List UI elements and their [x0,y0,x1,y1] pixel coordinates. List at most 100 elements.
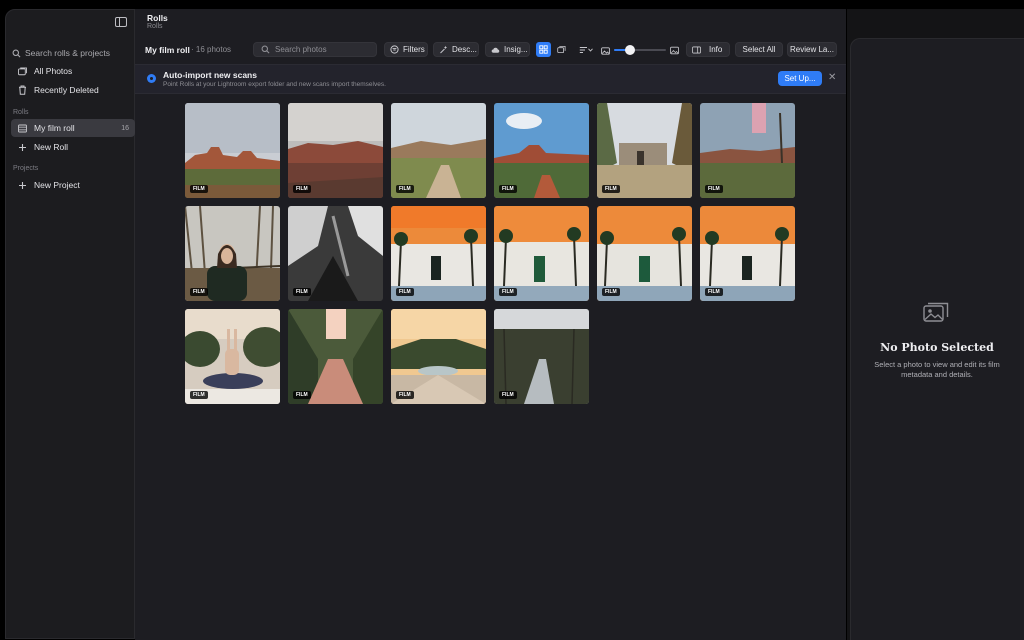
photo-thumbnail[interactable]: FILM [494,206,589,301]
film-badge: FILM [293,288,311,296]
roll-count-badge: 16 [121,124,129,132]
film-roll-icon [18,124,27,133]
photos-icon [18,67,27,76]
plus-icon [18,181,27,190]
sidebar-item-label: All Photos [34,66,73,76]
sort-menu-button[interactable] [576,42,596,57]
photos-placeholder-icon [923,302,949,324]
chevron-down-icon [588,45,593,54]
photo-image [700,103,795,198]
no-selection-title: No Photo Selected [880,341,994,354]
photo-thumbnail[interactable]: FILM [597,103,692,198]
film-badge: FILM [190,391,208,399]
sidebar-item-label: New Roll [34,142,69,152]
grid-icon [539,45,548,54]
import-eye-icon [147,74,156,83]
banner-text: Point Rolls at your Lightroom export fol… [163,81,386,88]
info-label: Info [709,45,723,54]
sidebar-search-placeholder: Search rolls & projects [25,48,111,58]
photo-image [494,309,589,404]
header: Rolls Rolls [135,9,846,35]
photo-image [700,206,795,301]
film-badge: FILM [396,185,414,193]
roll-name: My film roll [145,45,190,55]
sidebar-item-label: My film roll [34,123,75,133]
film-badge: FILM [190,185,208,193]
photo-image [391,309,486,404]
photo-thumbnail[interactable]: FILM [494,309,589,404]
photo-thumbnail[interactable]: FILM [185,103,280,198]
auto-import-banner: Auto-import new scans Point Rolls at you… [135,64,846,94]
search-icon [261,45,270,54]
photo-search-input[interactable]: Search photos [253,42,377,57]
window-top-bar [0,0,1024,8]
photo-thumbnail[interactable]: FILM [288,206,383,301]
inspector-panel: No Photo Selected Select a photo to view… [850,38,1024,640]
photo-thumbnail[interactable]: FILM [288,103,383,198]
no-selection-description: Select a photo to view and edit its film… [874,360,1000,379]
photo-image [391,103,486,198]
info-button[interactable]: Info [686,42,730,57]
film-badge: FILM [396,391,414,399]
photo-thumbnail[interactable]: FILM [185,206,280,301]
photo-count: · 16 photos [191,45,232,54]
describe-button[interactable]: Desc... [433,42,479,57]
photo-thumbnail[interactable]: FILM [700,103,795,198]
photo-thumbnail[interactable]: FILM [391,206,486,301]
main-content: Rolls Rolls My film roll · 16 photos Sea… [135,9,846,640]
photo-image [288,206,383,301]
search-icon [12,49,21,58]
review-label: Review La... [789,45,835,54]
film-badge: FILM [499,185,517,193]
slider-knob[interactable] [624,45,635,55]
photo-image [185,206,280,301]
photo-search-placeholder: Search photos [275,45,327,54]
toolbar: My film roll · 16 photos Search photos F… [135,39,846,61]
review-button[interactable]: Review La... [787,42,837,57]
photo-thumbnail[interactable]: FILM [391,103,486,198]
film-badge: FILM [705,288,723,296]
projects-section-heading: Projects [13,165,39,172]
rolls-section-heading: Rolls [13,109,29,116]
thumbnail-size-slider[interactable] [614,45,666,55]
grid-view-button[interactable] [536,42,551,57]
photo-thumbnail[interactable]: FILM [185,309,280,404]
close-icon[interactable]: ✕ [828,72,836,83]
sidebar-item-new-roll[interactable]: New Roll [11,138,135,156]
sidebar-item-recently-deleted[interactable]: Recently Deleted [11,81,135,99]
sidebar-toggle-icon[interactable] [115,17,127,27]
sidebar-search[interactable]: Search rolls & projects [12,46,130,60]
sidebar-item-label: Recently Deleted [34,85,99,95]
large-image-icon [670,46,679,55]
insights-button[interactable]: Insig... [485,42,530,57]
photo-image [494,103,589,198]
sidebar-item-new-project[interactable]: New Project [11,176,135,194]
stack-view-button[interactable] [554,42,569,57]
stack-icon [557,45,566,54]
select-all-button[interactable]: Select All [735,42,783,57]
photo-thumbnail[interactable]: FILM [391,309,486,404]
trash-icon [18,85,27,95]
sidebar-item-all-photos[interactable]: All Photos [11,62,135,80]
sidebar-item-my-film-roll[interactable]: My film roll 16 [11,119,135,137]
page-title: Rolls [147,13,168,23]
photo-image [288,103,383,198]
film-badge: FILM [499,391,517,399]
photo-image [185,309,280,404]
photo-thumbnail[interactable]: FILM [494,103,589,198]
set-up-button[interactable]: Set Up... [778,71,822,86]
film-badge: FILM [293,391,311,399]
cloud-icon [491,45,500,54]
photo-thumbnail[interactable]: FILM [288,309,383,404]
filters-button[interactable]: Filters [384,42,428,57]
banner-title: Auto-import new scans [163,70,257,80]
small-image-icon [601,46,610,55]
film-badge: FILM [293,185,311,193]
photo-image [494,206,589,301]
photo-thumbnail[interactable]: FILM [597,206,692,301]
filters-label: Filters [403,45,425,54]
describe-label: Desc... [452,45,477,54]
photo-thumbnail[interactable]: FILM [700,206,795,301]
film-badge: FILM [705,185,723,193]
sidebar-item-label: New Project [34,180,80,190]
